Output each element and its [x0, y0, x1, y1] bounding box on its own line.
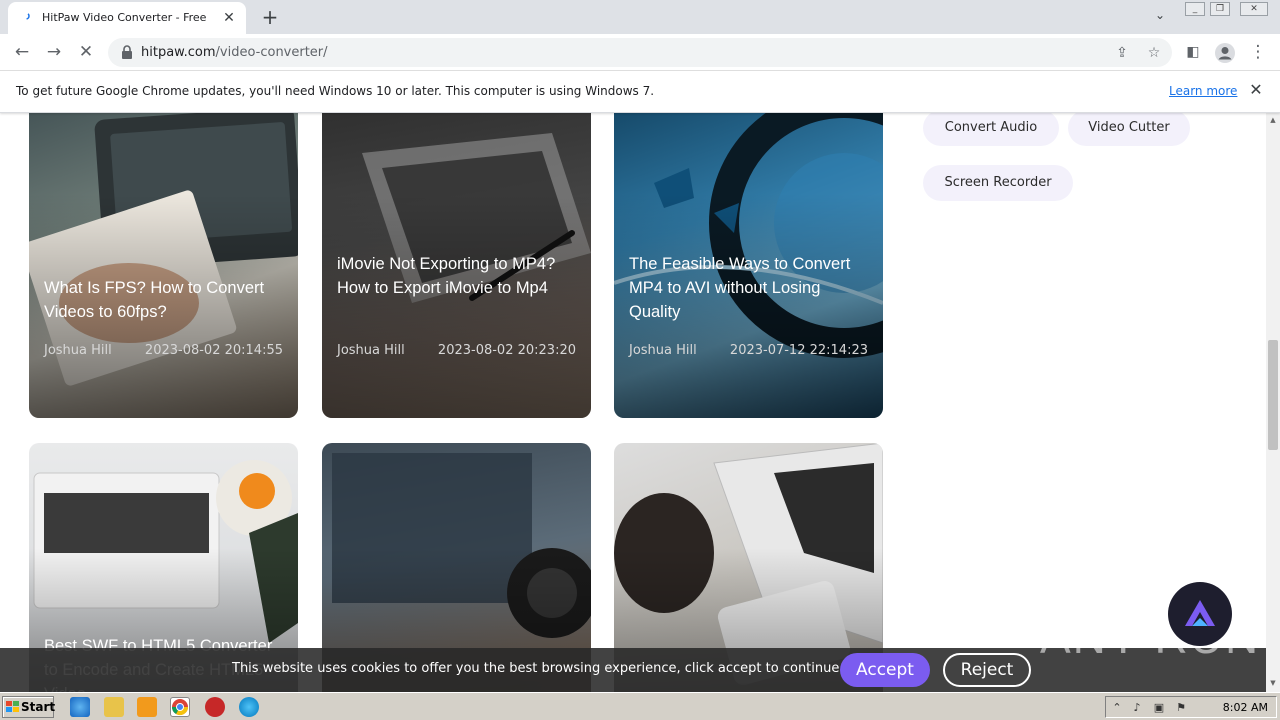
- hitpaw-float-logo[interactable]: [1168, 582, 1232, 646]
- infobar-message: To get future Google Chrome updates, you…: [16, 84, 655, 98]
- share-icon[interactable]: ⇪: [1112, 43, 1132, 63]
- network-icon[interactable]: ▣: [1152, 701, 1166, 715]
- page-viewport: What Is FPS? How to Convert Videos to 60…: [0, 113, 1266, 692]
- url-host: hitpaw.com: [141, 45, 216, 60]
- scrollbar-thumb[interactable]: [1268, 340, 1278, 450]
- edge-icon[interactable]: [239, 697, 259, 717]
- start-label: Start: [21, 700, 56, 714]
- forward-arrow-icon[interactable]: →: [42, 40, 66, 64]
- tag-video-cutter[interactable]: Video Cutter: [1068, 113, 1190, 146]
- card-overlay: [29, 113, 298, 418]
- article-date: 2023-08-02 20:23:20: [437, 343, 576, 358]
- new-tab-button[interactable]: +: [258, 5, 282, 29]
- scroll-down-arrow-icon[interactable]: ▼: [1269, 679, 1277, 687]
- windows-taskbar: Start ⌃ ♪ ▣ ⚑ 8:02 AM: [0, 692, 1280, 720]
- url-path: /video-converter/: [215, 45, 328, 60]
- system-tray: ⌃ ♪ ▣ ⚑ 8:02 AM: [1105, 696, 1277, 718]
- reject-cookies-button[interactable]: Reject: [943, 653, 1031, 687]
- tag-screen-recorder[interactable]: Screen Recorder: [923, 165, 1073, 201]
- volume-icon[interactable]: ♪: [1130, 701, 1144, 715]
- media-player-icon[interactable]: [137, 697, 157, 717]
- scroll-up-arrow-icon[interactable]: ▲: [1269, 116, 1277, 124]
- article-author: Joshua Hill: [629, 343, 697, 358]
- profile-avatar-icon[interactable]: [1214, 42, 1236, 64]
- action-center-flag-icon[interactable]: ⚑: [1174, 701, 1188, 715]
- browser-toolbar: ← → ✕ hitpaw.com/video-converter/ ⇪ ☆ ◧ …: [0, 34, 1280, 71]
- page-scrollbar[interactable]: ▲ ▼: [1266, 113, 1280, 692]
- url-text[interactable]: hitpaw.com/video-converter/: [141, 45, 328, 60]
- chrome-icon[interactable]: [170, 697, 190, 717]
- tab-close-icon[interactable]: ✕: [220, 9, 238, 27]
- clock-time[interactable]: 8:02 AM: [1223, 701, 1268, 714]
- back-arrow-icon[interactable]: ←: [10, 40, 34, 64]
- stop-loading-icon[interactable]: ✕: [74, 40, 98, 64]
- hitpaw-logo-icon: [1185, 600, 1215, 626]
- windows-flag-icon: [6, 701, 19, 712]
- article-author: Joshua Hill: [44, 343, 112, 358]
- article-title[interactable]: The Feasible Ways to Convert MP4 to AVI …: [629, 252, 871, 324]
- loading-spinner-icon: [22, 12, 30, 20]
- cookie-text: This website uses cookies to offer you t…: [232, 661, 922, 676]
- article-author: Joshua Hill: [337, 343, 405, 358]
- article-title[interactable]: iMovie Not Exporting to MP4? How to Expo…: [337, 252, 579, 300]
- article-title[interactable]: What Is FPS? How to Convert Videos to 60…: [44, 276, 286, 324]
- article-card[interactable]: The Feasible Ways to Convert MP4 to AVI …: [614, 113, 883, 418]
- explorer-folder-icon[interactable]: [104, 697, 124, 717]
- tab-strip: HitPaw Video Converter - Free ✕ + ⌄ _ ❐ …: [0, 0, 1280, 34]
- lock-icon: [122, 45, 132, 59]
- tab-search-icon[interactable]: ⌄: [1150, 8, 1170, 28]
- article-date: 2023-08-02 20:14:55: [144, 343, 283, 358]
- minimize-button[interactable]: _: [1185, 2, 1205, 16]
- accept-cookies-button[interactable]: Accept: [840, 653, 930, 687]
- bookmark-star-icon[interactable]: ☆: [1144, 43, 1164, 63]
- tag-convert-audio[interactable]: Convert Audio: [923, 113, 1059, 146]
- address-bar[interactable]: hitpaw.com/video-converter/ ⇪ ☆: [108, 38, 1172, 67]
- article-card[interactable]: What Is FPS? How to Convert Videos to 60…: [29, 113, 298, 418]
- update-infobar: To get future Google Chrome updates, you…: [0, 71, 1280, 113]
- tab-hitpaw[interactable]: HitPaw Video Converter - Free ✕: [8, 2, 246, 34]
- infobar-close-icon[interactable]: ✕: [1247, 81, 1265, 99]
- article-date: 2023-07-12 22:14:23: [729, 343, 868, 358]
- side-panel-icon[interactable]: ◧: [1181, 40, 1205, 64]
- close-window-button[interactable]: ✕: [1240, 2, 1268, 16]
- tray-expand-icon[interactable]: ⌃: [1110, 701, 1124, 715]
- start-button[interactable]: Start: [2, 696, 56, 718]
- ie-icon[interactable]: [70, 697, 90, 717]
- menu-kebab-icon[interactable]: ⋮: [1246, 40, 1270, 64]
- restore-button[interactable]: ❐: [1210, 2, 1230, 16]
- learn-more-link[interactable]: Learn more: [1169, 84, 1237, 98]
- tab-title: HitPaw Video Converter - Free: [42, 11, 207, 24]
- article-card[interactable]: iMovie Not Exporting to MP4? How to Expo…: [322, 113, 591, 418]
- opera-icon[interactable]: [205, 697, 225, 717]
